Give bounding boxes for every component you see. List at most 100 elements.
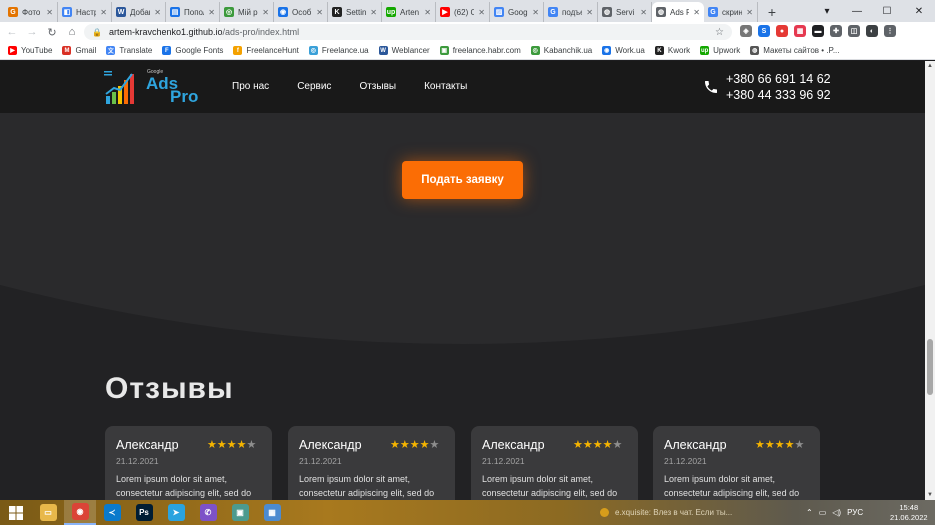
bookmark-item[interactable]: ◎ Kabanchik.ua [530,46,592,55]
browser-toolbar: ← → ↻ ⌂ 🔒 artem-kravchenko1.github.io/ad… [0,22,935,42]
nav-service[interactable]: Сервис [297,81,331,92]
pocket-icon[interactable]: ▬ [812,25,824,37]
tab-close-icon[interactable]: ✕ [316,8,323,17]
tab-title: Фото [22,7,41,17]
bookmark-item[interactable]: up Upwork [700,46,740,55]
tab-close-icon[interactable]: ✕ [262,8,269,17]
tab-close-icon[interactable]: ✕ [640,8,647,17]
bookmark-item[interactable]: ◉ Work.ua [602,46,645,55]
tab-close-icon[interactable]: ✕ [586,8,593,17]
lock-icon[interactable]: 🔒 [92,28,102,37]
photoshop-icon: Ps [135,504,153,521]
ext-icon[interactable]: ▦ [794,25,806,37]
bookmark-item[interactable]: K Kwork [654,46,690,55]
puzzle-icon[interactable]: ✚ [830,25,842,37]
tab-close-icon[interactable]: ✕ [154,8,161,17]
scrollbar-thumb[interactable] [927,339,933,395]
bookmark-label: Freelance.ua [321,46,369,55]
tab-favicon-icon: up [386,7,396,17]
sidepanel-icon[interactable]: ◫ [848,25,860,37]
bookmark-item[interactable]: ▣ freelance.habr.com [439,46,521,55]
tab-favicon-icon: ◎ [224,7,234,17]
close-window-button[interactable]: ✕ [904,0,934,22]
taskbar-app[interactable]: ◉ [64,500,96,525]
ads-pro-logo[interactable]: Google Ads Pro [104,68,198,108]
bookmark-label: FreelanceHunt [246,46,299,55]
star-rating: ★★★★★ [755,438,804,451]
phone-number-2[interactable]: +380 44 333 96 92 [726,87,831,103]
tab-close-icon[interactable]: ✕ [424,8,431,17]
taskbar-app[interactable]: ≺ [96,500,128,525]
browser-tab[interactable]: up Arten ✕ [382,2,436,22]
nav-reviews[interactable]: Отзывы [359,81,396,92]
browser-tab[interactable]: K Settin ✕ [328,2,382,22]
bookmark-item[interactable]: M Gmail [62,46,96,55]
browser-tab[interactable]: ◉ Особ ✕ [274,2,328,22]
minimize-button[interactable]: — [842,0,872,22]
vpn-icon[interactable]: S [758,25,770,37]
page-scrollbar[interactable]: ▲ ▼ [925,61,935,500]
bookmark-item[interactable]: 文 Translate [106,46,152,55]
avatar-icon[interactable]: ◐ [866,25,878,37]
bookmark-star-icon[interactable]: ☆ [715,27,724,38]
bookmark-item[interactable]: W Weblancer [378,46,430,55]
back-button[interactable]: ← [2,22,22,42]
taskbar-clock[interactable]: 15:48 21.06.2022 [890,503,928,523]
tab-close-icon[interactable]: ✕ [693,8,700,17]
browser-tab[interactable]: ◍ Servi ✕ [598,2,652,22]
browser-tab[interactable]: Gподъе ✕ [544,2,598,22]
taskbar-app[interactable]: ▭ [32,500,64,525]
tab-close-icon[interactable]: ✕ [746,8,753,17]
maximize-button[interactable]: ☐ [872,0,902,22]
tab-close-icon[interactable]: ✕ [478,8,485,17]
bookmark-item[interactable]: ◍ Макеты сайтов • .P... [750,46,839,55]
new-tab-button[interactable]: + [762,2,782,22]
tray-language[interactable]: РУС [847,508,863,517]
reload-button[interactable]: ↻ [42,22,62,42]
scroll-down-arrow[interactable]: ▼ [925,490,935,500]
tab-close-icon[interactable]: ✕ [208,8,215,17]
nav-contacts[interactable]: Контакты [424,81,467,92]
tab-search-button[interactable]: ▾ [812,0,842,22]
shield-icon[interactable]: ◈ [740,25,752,37]
browser-tab[interactable]: ▨ Goog ✕ [490,2,544,22]
tab-close-icon[interactable]: ✕ [370,8,377,17]
taskbar-app[interactable]: Ps [128,500,160,525]
red-ext-icon[interactable]: ● [776,25,788,37]
bookmark-item[interactable]: ◎ Freelance.ua [308,46,369,55]
start-button[interactable] [0,500,32,525]
bookmark-item[interactable]: F Google Fonts [162,46,223,55]
tab-close-icon[interactable]: ✕ [46,8,53,17]
tray-chevron-icon[interactable]: ⌃ [806,508,813,517]
star-icon: ★ [612,439,623,451]
address-bar[interactable]: 🔒 artem-kravchenko1.github.io/ads-pro/in… [84,24,732,40]
browser-tab[interactable]: W Добав ✕ [112,2,166,22]
scroll-up-arrow[interactable]: ▲ [925,61,935,71]
taskbar-app[interactable]: ➤ [160,500,192,525]
browser-tab[interactable]: ◍ Ads P ✕ [652,2,704,22]
network-icon[interactable]: ▭ [819,508,827,517]
browser-tab[interactable]: Gскрин ✕ [704,2,758,22]
star-icon: ★ [592,439,603,451]
chat-notification[interactable]: e.xquisite: Влез в чат. Если ты... [600,502,732,522]
phone-number-1[interactable]: +380 66 691 14 62 [726,71,831,87]
submit-request-button[interactable]: Подать заявку [402,161,523,199]
bookmark-item[interactable]: ▶ YouTube [8,46,52,55]
volume-icon[interactable]: ◁) [832,508,841,517]
forward-button[interactable]: → [22,22,42,42]
browser-tab[interactable]: ◎ Мій р ✕ [220,2,274,22]
bookmark-item[interactable]: f FreelanceHunt [233,46,299,55]
nav-about[interactable]: Про нас [232,81,269,92]
browser-tab[interactable]: ◧ Настр ✕ [58,2,112,22]
browser-tab[interactable]: ▶ (62) С ✕ [436,2,490,22]
taskbar-app[interactable]: ▦ [256,500,288,525]
menu-icon[interactable]: ⋮ [884,25,896,37]
taskbar-app[interactable]: ▣ [224,500,256,525]
tab-close-icon[interactable]: ✕ [532,8,539,17]
taskbar-app[interactable]: ✆ [192,500,224,525]
tab-close-icon[interactable]: ✕ [100,8,107,17]
browser-tab[interactable]: G Фото ✕ [4,2,58,22]
home-button[interactable]: ⌂ [62,22,82,42]
browser-tab[interactable]: ▤ Попол ✕ [166,2,220,22]
viber-icon: ✆ [199,504,217,521]
